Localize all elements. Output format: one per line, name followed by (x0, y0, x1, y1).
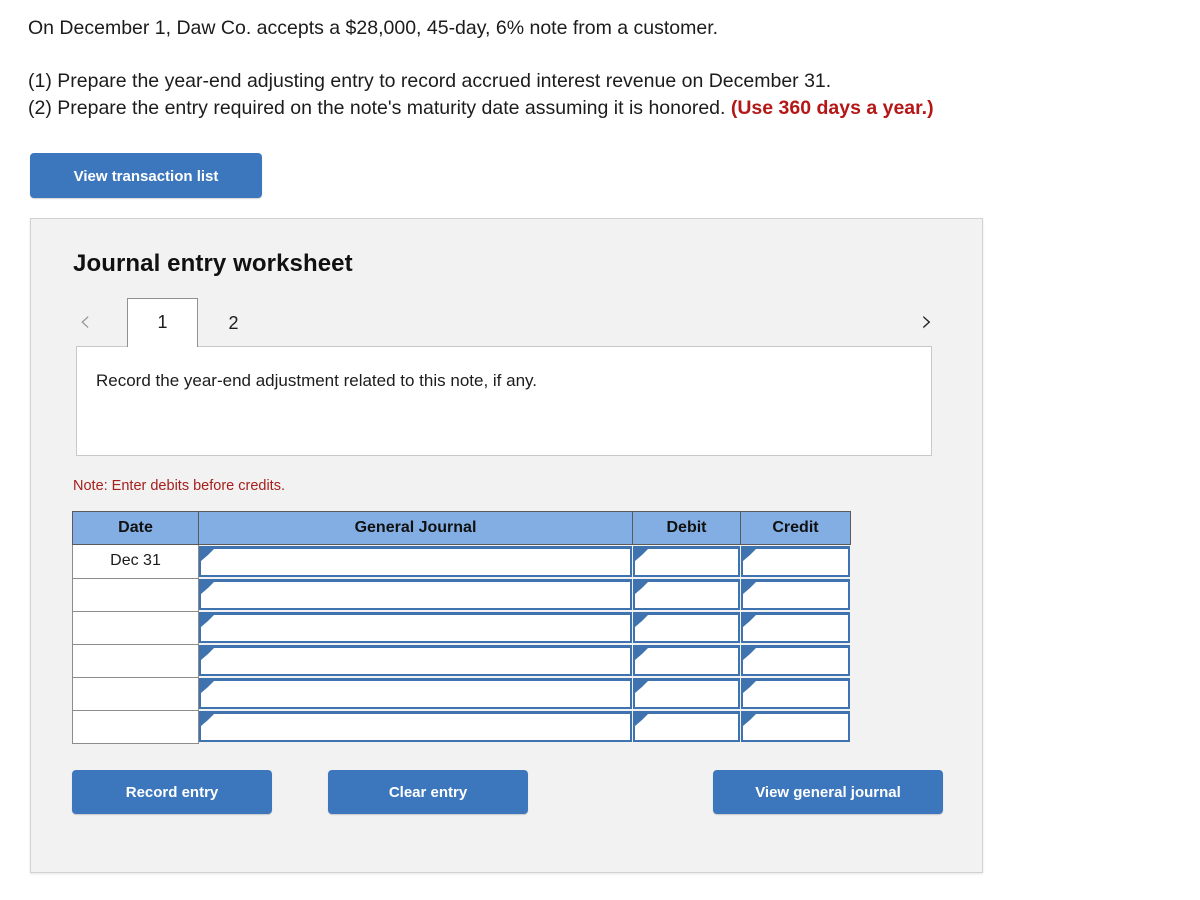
table-header-row: Date General Journal Debit Credit (72, 511, 851, 545)
date-cell[interactable] (72, 610, 199, 645)
table-row (72, 643, 851, 678)
general-journal-input[interactable] (199, 612, 632, 643)
general-journal-input[interactable] (199, 678, 632, 709)
problem-statement-line: On December 1, Daw Co. accepts a $28,000… (28, 17, 719, 39)
journal-entry-worksheet-panel: Journal entry worksheet ‹ 1 2 › Record t… (30, 218, 983, 873)
debit-input[interactable] (632, 678, 740, 709)
chevron-right-icon[interactable]: › (921, 307, 933, 337)
debit-input[interactable] (632, 579, 740, 610)
column-header-credit: Credit (740, 511, 851, 545)
instruction-box: Record the year-end adjustment related t… (76, 346, 932, 456)
credit-cell[interactable] (740, 578, 851, 611)
view-general-journal-button[interactable]: View general journal (713, 769, 943, 814)
credit-cell[interactable] (740, 677, 851, 710)
column-header-general-journal: General Journal (198, 511, 633, 545)
general-journal-cell[interactable] (198, 611, 633, 644)
table-row: Dec 31 (72, 544, 851, 579)
tab-2[interactable]: 2 (198, 300, 269, 347)
requirement-2-text: (2) Prepare the entry required on the no… (28, 97, 726, 119)
general-journal-cell[interactable] (198, 710, 633, 743)
column-header-date: Date (72, 511, 199, 545)
debit-cell[interactable] (632, 710, 741, 743)
table-row (72, 709, 851, 744)
debit-input[interactable] (632, 546, 740, 577)
debit-cell[interactable] (632, 544, 741, 578)
record-entry-button[interactable]: Record entry (72, 769, 272, 814)
table-header: Date General Journal Debit Credit (72, 511, 851, 545)
date-cell[interactable] (72, 709, 199, 744)
debit-input[interactable] (632, 711, 740, 742)
table-body: Dec 31 (72, 544, 851, 744)
chevron-left-icon[interactable]: ‹ (79, 307, 91, 337)
credit-cell[interactable] (740, 644, 851, 677)
credit-input[interactable] (740, 546, 850, 577)
table-row (72, 676, 851, 711)
general-journal-input[interactable] (199, 711, 632, 742)
credit-input[interactable] (740, 612, 850, 643)
credit-cell[interactable] (740, 544, 851, 578)
instruction-text: Record the year-end adjustment related t… (96, 371, 537, 390)
date-cell[interactable] (72, 643, 199, 678)
general-journal-cell[interactable] (198, 677, 633, 710)
debit-cell[interactable] (632, 644, 741, 677)
journal-entry-table: Date General Journal Debit Credit Dec 31 (72, 511, 851, 744)
worksheet-actions: Record entry Clear entry View general jo… (72, 769, 982, 816)
requirement-1: (1) Prepare the year-end adjusting entry… (28, 70, 832, 92)
requirement-2-emphasis: (Use 360 days a year.) (730, 97, 934, 119)
credit-cell[interactable] (740, 611, 851, 644)
debits-before-credits-note: Note: Enter debits before credits. (73, 478, 285, 494)
debit-cell[interactable] (632, 578, 741, 611)
table-row (72, 577, 851, 612)
credit-input[interactable] (740, 711, 850, 742)
page-title: Journal entry worksheet (73, 250, 353, 277)
credit-input[interactable] (740, 579, 850, 610)
debit-input[interactable] (632, 612, 740, 643)
credit-cell[interactable] (740, 710, 851, 743)
general-journal-input[interactable] (199, 645, 632, 676)
requirement-2: (2) Prepare the entry required on the no… (28, 95, 1200, 122)
clear-entry-button[interactable]: Clear entry (328, 769, 528, 814)
tab-list: 1 2 (127, 298, 269, 347)
date-cell[interactable] (72, 676, 199, 711)
general-journal-cell[interactable] (198, 544, 633, 578)
debit-cell[interactable] (632, 677, 741, 710)
general-journal-input[interactable] (199, 546, 632, 577)
debit-input[interactable] (632, 645, 740, 676)
credit-input[interactable] (740, 645, 850, 676)
table-row (72, 610, 851, 645)
worksheet-tabstrip: ‹ 1 2 › (31, 298, 982, 347)
general-journal-input[interactable] (199, 579, 632, 610)
column-header-debit: Debit (632, 511, 741, 545)
general-journal-cell[interactable] (198, 578, 633, 611)
problem-statement: On December 1, Daw Co. accepts a $28,000… (0, 0, 1200, 122)
date-cell[interactable] (72, 577, 199, 612)
tab-1[interactable]: 1 (127, 298, 198, 347)
view-transaction-list-container: View transaction list (0, 122, 1200, 198)
debit-cell[interactable] (632, 611, 741, 644)
date-cell[interactable]: Dec 31 (72, 544, 199, 579)
general-journal-cell[interactable] (198, 644, 633, 677)
credit-input[interactable] (740, 678, 850, 709)
view-transaction-list-button[interactable]: View transaction list (30, 153, 262, 198)
